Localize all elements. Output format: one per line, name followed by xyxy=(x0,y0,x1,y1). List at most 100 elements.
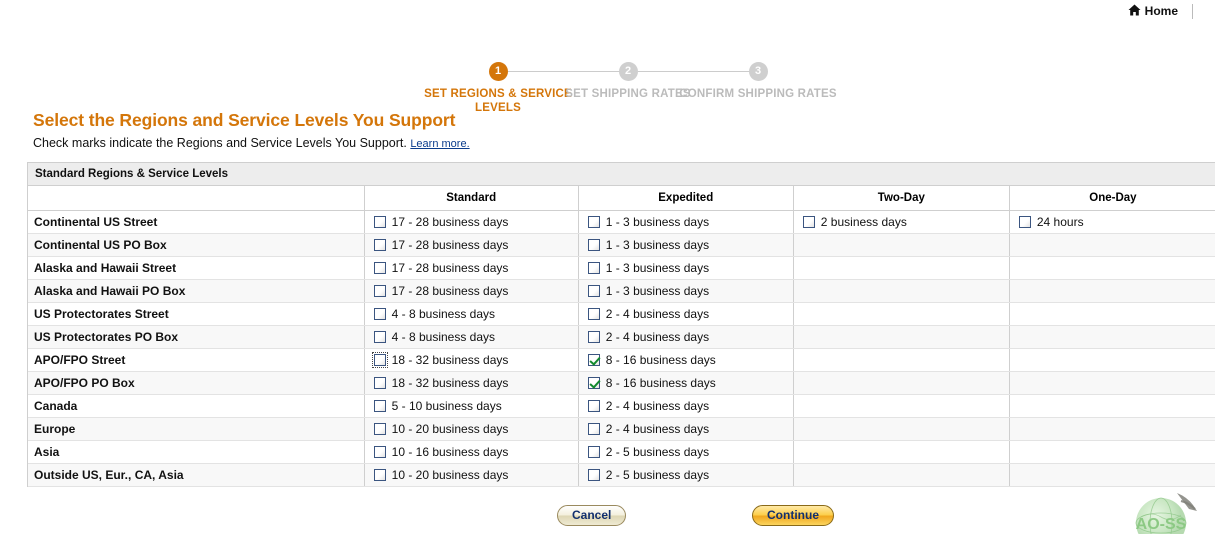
checkbox-standard[interactable] xyxy=(373,468,386,481)
checkbox-standard[interactable] xyxy=(371,351,388,368)
service-cell-two-day xyxy=(793,463,1010,487)
checkbox-standard[interactable] xyxy=(373,422,386,435)
table-row: Alaska and Hawaii PO Box 17 - 28 business… xyxy=(28,279,1215,303)
service-cell-expedited[interactable]: 1 - 3 business days xyxy=(578,279,794,303)
service-cell-one-day xyxy=(1009,463,1215,487)
table-row: Continental US PO Box 17 - 28 business da… xyxy=(28,233,1215,257)
service-cell-expedited[interactable]: 2 - 4 business days xyxy=(578,417,794,441)
table-row: Europe 10 - 20 business days 2 - 4 busines… xyxy=(28,417,1215,441)
checkbox-expedited[interactable] xyxy=(587,284,600,297)
service-cell-standard[interactable]: 10 - 20 business days xyxy=(364,463,579,487)
service-cell-expedited[interactable]: 2 - 5 business days xyxy=(578,463,794,487)
column-header-two-day: Two-Day xyxy=(793,186,1010,211)
checkbox-standard[interactable] xyxy=(373,215,386,228)
checkbox-expedited[interactable] xyxy=(587,468,600,481)
service-duration-label: 10 - 20 business days xyxy=(391,467,509,482)
table-caption: Standard Regions & Service Levels xyxy=(28,163,1215,186)
service-cell-standard[interactable]: 4 - 8 business days xyxy=(364,302,579,326)
checkbox-expedited[interactable] xyxy=(587,376,600,389)
service-cell-expedited[interactable]: 2 - 4 business days xyxy=(578,302,794,326)
page-heading-block: Select the Regions and Service Levels Yo… xyxy=(0,96,1215,150)
service-cell-expedited[interactable]: 2 - 4 business days xyxy=(578,394,794,418)
checkbox-standard[interactable] xyxy=(373,238,386,251)
stepper-step-3-label: CONFIRM SHIPPING RATES xyxy=(679,88,837,100)
service-duration-label: 2 - 5 business days xyxy=(605,444,710,459)
checkbox-expedited[interactable] xyxy=(587,445,600,458)
service-cell-two-day[interactable]: 2 business days xyxy=(793,210,1010,234)
service-cell-one-day xyxy=(1009,348,1215,372)
stepper-step-3[interactable]: 3 CONFIRM SHIPPING RATES xyxy=(678,62,838,101)
service-cell-expedited[interactable]: 8 - 16 business days xyxy=(578,348,794,372)
checkbox-standard[interactable] xyxy=(373,261,386,274)
learn-more-link[interactable]: Learn more. xyxy=(410,138,469,150)
service-cell-standard[interactable]: 17 - 28 business days xyxy=(364,279,579,303)
service-cell-standard[interactable]: 17 - 28 business days xyxy=(364,233,579,257)
service-cell-standard[interactable]: 18 - 32 business days xyxy=(364,348,579,372)
service-cell-two-day xyxy=(793,233,1010,257)
service-cell-standard[interactable]: 10 - 20 business days xyxy=(364,417,579,441)
checkbox-expedited[interactable] xyxy=(587,261,600,274)
service-cell-expedited[interactable]: 8 - 16 business days xyxy=(578,371,794,395)
service-duration-label: 18 - 32 business days xyxy=(391,375,509,390)
column-header-one-day: One-Day xyxy=(1009,186,1215,211)
service-cell-expedited[interactable]: 1 - 3 business days xyxy=(578,256,794,280)
service-duration-label: 4 - 8 business days xyxy=(391,329,496,344)
checkbox-standard[interactable] xyxy=(373,330,386,343)
checkbox-standard[interactable] xyxy=(373,284,386,297)
service-duration-label: 5 - 10 business days xyxy=(391,398,502,413)
service-cell-one-day[interactable]: 24 hours xyxy=(1009,210,1215,234)
service-cell-standard[interactable]: 18 - 32 business days xyxy=(364,371,579,395)
checkbox-standard[interactable] xyxy=(373,376,386,389)
table-row: US Protectorates Street 4 - 8 business da… xyxy=(28,302,1215,326)
service-cell-two-day xyxy=(793,256,1010,280)
checkbox-standard[interactable] xyxy=(373,307,386,320)
service-cell-standard[interactable]: 10 - 16 business days xyxy=(364,440,579,464)
checkbox-expedited[interactable] xyxy=(587,422,600,435)
service-cell-expedited[interactable]: 2 - 5 business days xyxy=(578,440,794,464)
region-name-cell: US Protectorates PO Box xyxy=(28,325,365,349)
checkbox-expedited[interactable] xyxy=(587,307,600,320)
column-header-standard: Standard xyxy=(364,186,579,211)
checkbox-one-day[interactable] xyxy=(1018,215,1031,228)
service-duration-label: 2 - 4 business days xyxy=(605,421,710,436)
checkbox-expedited[interactable] xyxy=(587,215,600,228)
service-cell-standard[interactable]: 17 - 28 business days xyxy=(364,256,579,280)
service-cell-standard[interactable]: 4 - 8 business days xyxy=(364,325,579,349)
service-cell-expedited[interactable]: 1 - 3 business days xyxy=(578,210,794,234)
checkbox-two-day[interactable] xyxy=(802,215,815,228)
service-duration-label: 1 - 3 business days xyxy=(605,237,710,252)
home-label: Home xyxy=(1144,4,1178,18)
checkbox-standard[interactable] xyxy=(373,399,386,412)
checkbox-standard[interactable] xyxy=(373,445,386,458)
service-cell-two-day xyxy=(793,394,1010,418)
service-cell-standard[interactable]: 5 - 10 business days xyxy=(364,394,579,418)
service-cell-expedited[interactable]: 1 - 3 business days xyxy=(578,233,794,257)
service-duration-label: 24 hours xyxy=(1036,214,1084,229)
table-row: APO/FPO Street 18 - 32 business days 8 - 1… xyxy=(28,348,1215,372)
stepper-step-2-number: 2 xyxy=(618,62,638,81)
service-duration-label: 1 - 3 business days xyxy=(605,283,710,298)
service-duration-label: 10 - 20 business days xyxy=(391,421,509,436)
service-duration-label: 18 - 32 business days xyxy=(391,352,509,367)
checkbox-expedited[interactable] xyxy=(587,330,600,343)
home-link[interactable]: Home xyxy=(1128,4,1178,19)
checkbox-expedited[interactable] xyxy=(587,238,600,251)
footer-actions: Cancel Continue AO-SS Amazon One-Stop Se… xyxy=(0,492,1215,534)
checkbox-expedited[interactable] xyxy=(587,353,600,366)
continue-button[interactable]: Continue xyxy=(752,504,834,526)
service-cell-two-day xyxy=(793,348,1010,372)
house-icon xyxy=(1128,4,1141,19)
service-cell-one-day xyxy=(1009,394,1215,418)
table-header-row: Standard Expedited Two-Day One-Day xyxy=(28,186,1215,211)
service-cell-one-day xyxy=(1009,302,1215,326)
page-subtitle: Check marks indicate the Regions and Ser… xyxy=(33,136,1215,150)
cancel-button[interactable]: Cancel xyxy=(557,504,627,526)
region-name-cell: Europe xyxy=(28,417,365,441)
checkbox-expedited[interactable] xyxy=(587,399,600,412)
table-body: Continental US Street 17 - 28 business da… xyxy=(28,210,1215,487)
service-cell-standard[interactable]: 17 - 28 business days xyxy=(364,210,579,234)
region-name-cell: APO/FPO PO Box xyxy=(28,371,365,395)
service-cell-expedited[interactable]: 2 - 4 business days xyxy=(578,325,794,349)
region-name-cell: Outside US, Eur., CA, Asia xyxy=(28,463,365,487)
aoss-watermark-logo: AO-SS Amazon One-Stop Service xyxy=(1115,489,1207,534)
